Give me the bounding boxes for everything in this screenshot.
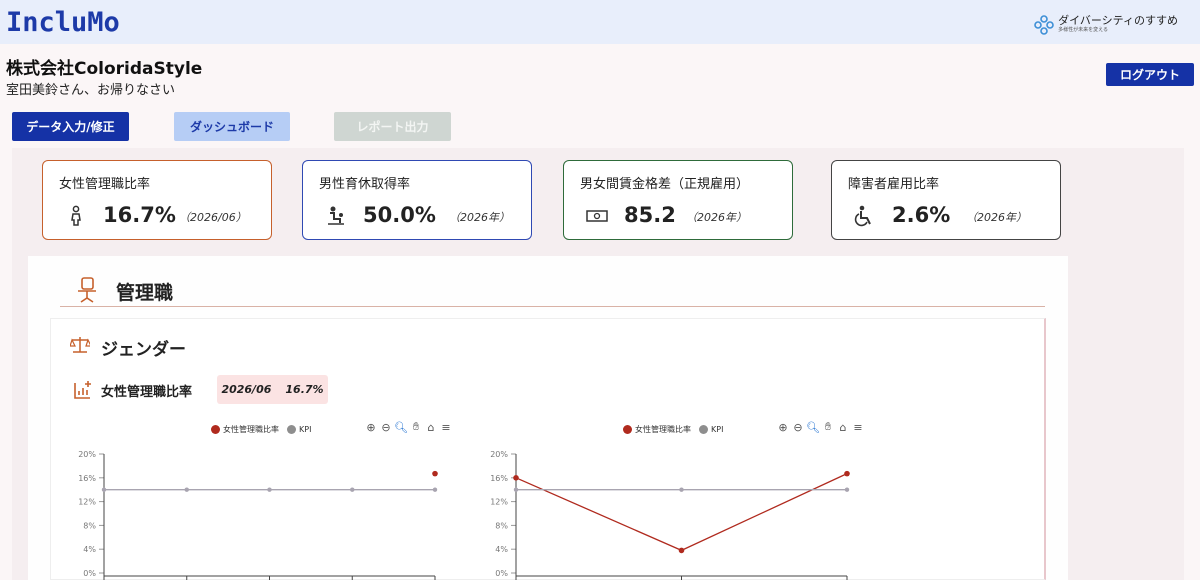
kpi-title: 男女間賃金格差（正規雇用） — [580, 177, 750, 192]
data-point — [184, 487, 189, 492]
chart1-legend[interactable]: 女性管理職比率 KPI — [211, 424, 319, 435]
section-title: 管理職 — [116, 282, 174, 304]
y-tick-label: 4% — [495, 545, 508, 554]
legend-label: KPI — [299, 425, 312, 434]
company-name: 株式会社ColoridaStyle — [6, 59, 203, 79]
legend-marker — [211, 425, 220, 434]
kpi-period: （2026年） — [686, 211, 747, 224]
data-point — [432, 470, 438, 477]
kpi-title: 男性育休取得率 — [319, 177, 411, 192]
greeting-text: 室田美鈴さん、お帰りなさい — [6, 83, 176, 98]
zoom-out-icon[interactable]: ⊖ — [792, 421, 804, 434]
data-point — [267, 487, 272, 492]
chart1-toolbar: ⊕ ⊖ 🔍︎ ✋︎ ⌂ ≡ — [365, 420, 452, 434]
y-tick-label: 8% — [495, 521, 508, 530]
logout-button[interactable]: ログアウト — [1106, 63, 1194, 86]
legend-marker — [699, 425, 708, 434]
y-tick-label: 20% — [78, 450, 96, 459]
kpi-value: 2.6% — [892, 203, 951, 227]
y-tick-label: 0% — [83, 569, 96, 578]
kpi-value: 50.0% — [363, 203, 436, 227]
legend-marker — [287, 425, 296, 434]
chart2-toolbar: ⊕ ⊖ 🔍︎ ✋︎ ⌂ ≡ — [777, 420, 864, 434]
legend-label: KPI — [711, 425, 724, 434]
diversity-logo-icon — [1034, 15, 1054, 35]
data-point — [844, 470, 850, 477]
kpi-card-paternity-leave: 男性育休取得率 50.0% （2026年） — [302, 160, 532, 240]
data-point — [432, 487, 438, 492]
data-point — [844, 487, 850, 492]
kpi-title: 女性管理職比率 — [59, 177, 151, 192]
legend-marker — [623, 425, 632, 434]
data-point — [679, 487, 684, 492]
reset-home-icon[interactable]: ⌂ — [425, 421, 437, 434]
money-icon — [586, 210, 608, 222]
data-point — [101, 487, 107, 492]
series-line — [515, 473, 848, 552]
diversity-subtitle: 多様性が未来を変える — [1058, 27, 1108, 33]
pan-icon[interactable]: ✋︎ — [822, 420, 834, 433]
y-tick-label: 16% — [78, 474, 96, 483]
chart1-plot: 20% 16% 12% 8% 4% 0% — [78, 450, 438, 580]
diversity-link[interactable]: ダイバーシティのすすめ 多様性が未来を変える — [1033, 14, 1178, 38]
y-tick-label: 8% — [83, 521, 96, 530]
report-output-button[interactable]: レポート出力 — [334, 112, 451, 141]
reset-home-icon[interactable]: ⌂ — [837, 421, 849, 434]
metric-period: 2026/06 — [221, 383, 272, 396]
zoom-out-icon[interactable]: ⊖ — [380, 421, 392, 434]
kpi-period: （2026年） — [449, 211, 510, 224]
app-logo[interactable]: IncluMo — [6, 7, 120, 38]
zoom-in-icon[interactable]: ⊕ — [777, 421, 789, 434]
y-tick-label: 12% — [78, 498, 96, 507]
pan-icon[interactable]: ✋︎ — [410, 420, 422, 433]
chart2-plot: 20% 16% 12% 8% 4% 0% — [490, 450, 850, 580]
data-entry-button[interactable]: データ入力/修正 — [12, 112, 129, 141]
metric-badge: 2026/06 16.7% — [217, 375, 328, 404]
metric-value: 16.7% — [285, 383, 324, 396]
kpi-value: 85.2 — [624, 203, 676, 227]
childcare-icon — [328, 206, 344, 225]
chart-add-icon — [74, 381, 91, 399]
legend-label: 女性管理職比率 — [223, 425, 279, 434]
legend-label: 女性管理職比率 — [635, 425, 691, 434]
y-tick-label: 0% — [495, 569, 508, 578]
zoom-select-icon[interactable]: 🔍︎ — [394, 421, 408, 434]
wheelchair-icon — [854, 205, 871, 227]
kpi-card-wage-gap: 男女間賃金格差（正規雇用） 85.2 （2026年） — [563, 160, 793, 240]
y-tick-label: 20% — [490, 450, 508, 459]
section-divider — [60, 306, 1045, 307]
menu-icon[interactable]: ≡ — [852, 421, 864, 434]
data-point — [513, 475, 519, 481]
diversity-title: ダイバーシティのすすめ — [1058, 14, 1178, 27]
menu-icon[interactable]: ≡ — [440, 421, 452, 434]
kpi-period: （2026/06） — [179, 211, 247, 224]
y-tick-label: 4% — [83, 545, 96, 554]
zoom-in-icon[interactable]: ⊕ — [365, 421, 377, 434]
scale-icon — [70, 337, 90, 353]
y-tick-label: 12% — [490, 498, 508, 507]
data-point — [513, 487, 519, 492]
app-header: IncluMo ダイバーシティのすすめ 多様性が未来を変える — [0, 0, 1200, 44]
kpi-value: 16.7% — [103, 203, 176, 227]
kpi-title: 障害者雇用比率 — [848, 177, 940, 192]
metric-title: 女性管理職比率 — [101, 385, 193, 400]
office-chair-icon — [78, 277, 96, 303]
y-tick-label: 16% — [490, 474, 508, 483]
data-point — [678, 547, 685, 554]
kpi-card-female-managers: 女性管理職比率 16.7% （2026/06） — [42, 160, 272, 240]
zoom-select-icon[interactable]: 🔍︎ — [806, 421, 820, 434]
dashboard-button[interactable]: ダッシュボード — [174, 112, 290, 141]
chart2-legend[interactable]: 女性管理職比率 KPI — [623, 424, 731, 435]
subsection-title: ジェンダー — [101, 340, 186, 360]
kpi-card-disability-employment: 障害者雇用比率 2.6% （2026年） — [831, 160, 1061, 240]
data-point — [350, 487, 355, 492]
kpi-period: （2026年） — [966, 211, 1027, 224]
woman-icon — [71, 205, 81, 226]
